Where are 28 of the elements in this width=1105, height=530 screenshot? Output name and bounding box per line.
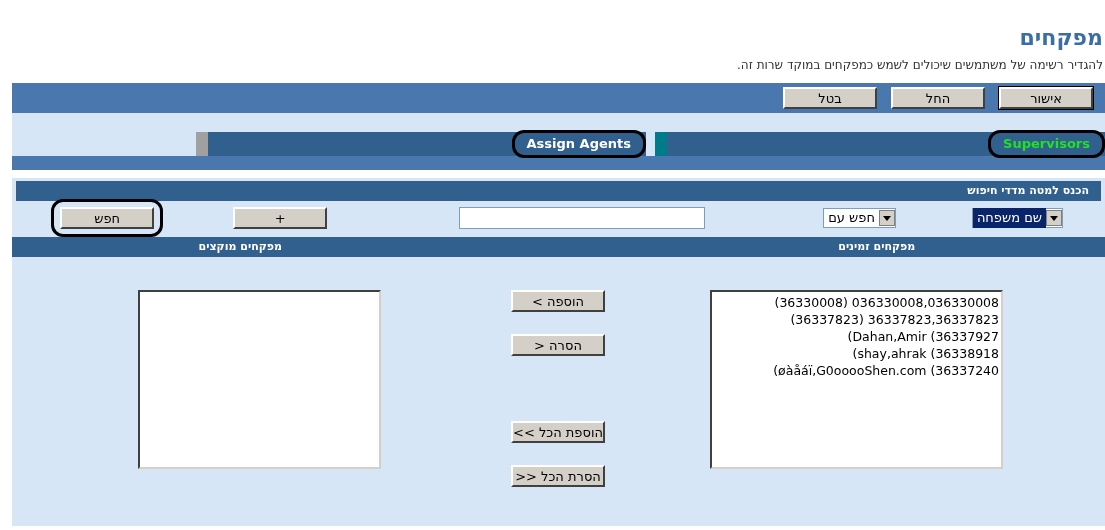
dropdown[interactable]: שם משפחה xyxy=(971,208,1063,228)
button[interactable]: בטל xyxy=(783,87,877,109)
dropdown[interactable]: חפש עם xyxy=(823,208,896,228)
column-header: מפקחים זמינים xyxy=(838,239,916,255)
button[interactable]: הסרת הכל << xyxy=(511,465,605,487)
list-item[interactable]: (shay,ahrak (36338918 xyxy=(852,346,999,361)
button[interactable]: + xyxy=(233,207,328,229)
tab[interactable]: Assign Agents xyxy=(196,132,646,156)
search-field[interactable] xyxy=(459,207,706,229)
button[interactable]: הוספה > xyxy=(511,290,605,312)
list-item[interactable]: (øàåáï,G0ooooShen.com (36337240 xyxy=(773,363,999,378)
tab-label: Supervisors xyxy=(1003,135,1090,154)
button[interactable]: הוספת הכל >> xyxy=(511,421,605,443)
list-box[interactable] xyxy=(138,290,381,469)
button[interactable]: חפש xyxy=(60,207,155,229)
button[interactable]: הסרה < xyxy=(511,334,605,356)
page-title: מפקחים xyxy=(1018,24,1103,52)
list-item[interactable]: (Dahan,Amir (36337927 xyxy=(847,329,999,344)
list-item[interactable]: (36337823) 36337823,36337823 xyxy=(790,312,999,327)
tab[interactable]: Supervisors xyxy=(655,132,1105,156)
button[interactable]: החל xyxy=(891,87,985,109)
page-description: להגדיר רשימה של משתמשים שיכולים לשמש כמפקחים במוקד שרות זה. xyxy=(736,57,1103,74)
column-header: מפקחים מוקצים xyxy=(198,239,282,255)
list-box[interactable]: (36330008) 036330008,036330008 (36337823) 36337823,36337823 (Dahan,Amir (36337927 (shay,ahrak (36338918 (øàåáï,G0ooooShen.com (36337240 xyxy=(710,290,1003,469)
button[interactable]: אישור xyxy=(999,87,1093,109)
list-item[interactable]: (36330008) 036330008,036330008 xyxy=(774,295,999,310)
section-header: הכנס למטה מדדי חיפוש xyxy=(16,181,1101,201)
tab-label: Assign Agents xyxy=(526,135,631,154)
